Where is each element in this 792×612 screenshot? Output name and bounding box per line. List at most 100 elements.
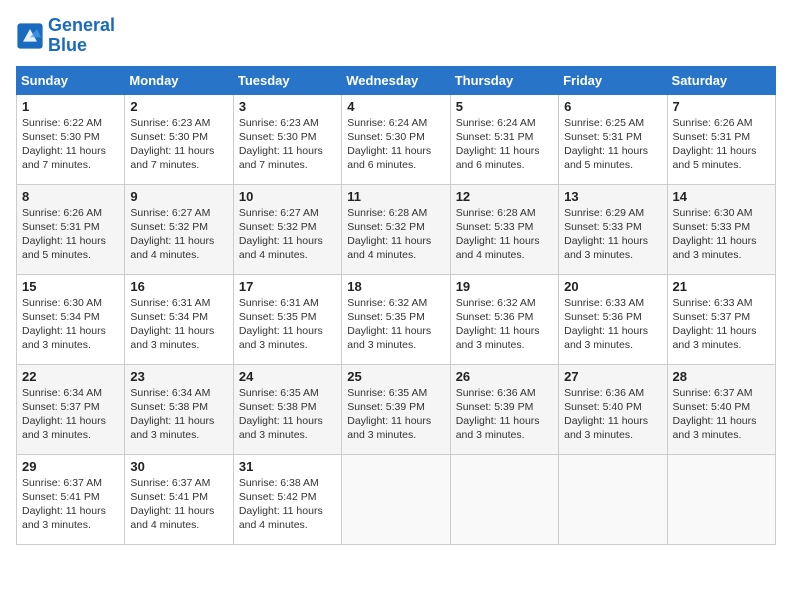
calendar-cell: 19 Sunrise: 6:32 AMSunset: 5:36 PMDaylig…	[450, 274, 558, 364]
calendar-cell: 29 Sunrise: 6:37 AMSunset: 5:41 PMDaylig…	[17, 454, 125, 544]
calendar-cell: 26 Sunrise: 6:36 AMSunset: 5:39 PMDaylig…	[450, 364, 558, 454]
calendar-cell: 4 Sunrise: 6:24 AMSunset: 5:30 PMDayligh…	[342, 94, 450, 184]
day-info: Sunrise: 6:34 AMSunset: 5:38 PMDaylight:…	[130, 386, 227, 443]
day-number: 5	[456, 99, 553, 114]
day-number: 27	[564, 369, 661, 384]
calendar-week-4: 22 Sunrise: 6:34 AMSunset: 5:37 PMDaylig…	[17, 364, 776, 454]
calendar-cell: 12 Sunrise: 6:28 AMSunset: 5:33 PMDaylig…	[450, 184, 558, 274]
day-number: 26	[456, 369, 553, 384]
calendar-cell: 6 Sunrise: 6:25 AMSunset: 5:31 PMDayligh…	[559, 94, 667, 184]
day-info: Sunrise: 6:30 AMSunset: 5:33 PMDaylight:…	[673, 206, 770, 263]
day-number: 6	[564, 99, 661, 114]
calendar-cell: 22 Sunrise: 6:34 AMSunset: 5:37 PMDaylig…	[17, 364, 125, 454]
calendar-week-5: 29 Sunrise: 6:37 AMSunset: 5:41 PMDaylig…	[17, 454, 776, 544]
day-info: Sunrise: 6:28 AMSunset: 5:33 PMDaylight:…	[456, 206, 553, 263]
calendar-cell: 14 Sunrise: 6:30 AMSunset: 5:33 PMDaylig…	[667, 184, 775, 274]
day-number: 1	[22, 99, 119, 114]
day-number: 24	[239, 369, 336, 384]
day-info: Sunrise: 6:37 AMSunset: 5:41 PMDaylight:…	[22, 476, 119, 533]
calendar-cell: 23 Sunrise: 6:34 AMSunset: 5:38 PMDaylig…	[125, 364, 233, 454]
day-info: Sunrise: 6:28 AMSunset: 5:32 PMDaylight:…	[347, 206, 444, 263]
calendar-week-2: 8 Sunrise: 6:26 AMSunset: 5:31 PMDayligh…	[17, 184, 776, 274]
day-number: 13	[564, 189, 661, 204]
day-number: 30	[130, 459, 227, 474]
day-info: Sunrise: 6:37 AMSunset: 5:41 PMDaylight:…	[130, 476, 227, 533]
weekday-header-tuesday: Tuesday	[233, 66, 341, 94]
day-info: Sunrise: 6:31 AMSunset: 5:35 PMDaylight:…	[239, 296, 336, 353]
weekday-header-wednesday: Wednesday	[342, 66, 450, 94]
calendar-week-3: 15 Sunrise: 6:30 AMSunset: 5:34 PMDaylig…	[17, 274, 776, 364]
calendar-table: SundayMondayTuesdayWednesdayThursdayFrid…	[16, 66, 776, 545]
day-info: Sunrise: 6:26 AMSunset: 5:31 PMDaylight:…	[673, 116, 770, 173]
weekday-header-sunday: Sunday	[17, 66, 125, 94]
calendar-cell: 16 Sunrise: 6:31 AMSunset: 5:34 PMDaylig…	[125, 274, 233, 364]
logo-blue: Blue	[48, 35, 87, 55]
day-info: Sunrise: 6:36 AMSunset: 5:40 PMDaylight:…	[564, 386, 661, 443]
day-number: 29	[22, 459, 119, 474]
calendar-cell: 11 Sunrise: 6:28 AMSunset: 5:32 PMDaylig…	[342, 184, 450, 274]
day-info: Sunrise: 6:33 AMSunset: 5:37 PMDaylight:…	[673, 296, 770, 353]
calendar-cell	[667, 454, 775, 544]
calendar-cell: 17 Sunrise: 6:31 AMSunset: 5:35 PMDaylig…	[233, 274, 341, 364]
day-info: Sunrise: 6:36 AMSunset: 5:39 PMDaylight:…	[456, 386, 553, 443]
day-info: Sunrise: 6:26 AMSunset: 5:31 PMDaylight:…	[22, 206, 119, 263]
day-info: Sunrise: 6:33 AMSunset: 5:36 PMDaylight:…	[564, 296, 661, 353]
day-number: 18	[347, 279, 444, 294]
day-info: Sunrise: 6:29 AMSunset: 5:33 PMDaylight:…	[564, 206, 661, 263]
day-number: 15	[22, 279, 119, 294]
logo-text: General Blue	[48, 16, 115, 56]
calendar-week-1: 1 Sunrise: 6:22 AMSunset: 5:30 PMDayligh…	[17, 94, 776, 184]
calendar-cell: 27 Sunrise: 6:36 AMSunset: 5:40 PMDaylig…	[559, 364, 667, 454]
day-number: 22	[22, 369, 119, 384]
calendar-cell: 3 Sunrise: 6:23 AMSunset: 5:30 PMDayligh…	[233, 94, 341, 184]
calendar-cell: 21 Sunrise: 6:33 AMSunset: 5:37 PMDaylig…	[667, 274, 775, 364]
day-number: 9	[130, 189, 227, 204]
day-info: Sunrise: 6:37 AMSunset: 5:40 PMDaylight:…	[673, 386, 770, 443]
calendar-cell: 13 Sunrise: 6:29 AMSunset: 5:33 PMDaylig…	[559, 184, 667, 274]
day-number: 2	[130, 99, 227, 114]
day-number: 16	[130, 279, 227, 294]
calendar-cell: 31 Sunrise: 6:38 AMSunset: 5:42 PMDaylig…	[233, 454, 341, 544]
day-info: Sunrise: 6:35 AMSunset: 5:38 PMDaylight:…	[239, 386, 336, 443]
day-info: Sunrise: 6:32 AMSunset: 5:35 PMDaylight:…	[347, 296, 444, 353]
day-number: 25	[347, 369, 444, 384]
day-info: Sunrise: 6:38 AMSunset: 5:42 PMDaylight:…	[239, 476, 336, 533]
logo: General Blue	[16, 16, 115, 56]
weekday-header-friday: Friday	[559, 66, 667, 94]
calendar-cell: 1 Sunrise: 6:22 AMSunset: 5:30 PMDayligh…	[17, 94, 125, 184]
day-info: Sunrise: 6:22 AMSunset: 5:30 PMDaylight:…	[22, 116, 119, 173]
day-number: 8	[22, 189, 119, 204]
day-info: Sunrise: 6:32 AMSunset: 5:36 PMDaylight:…	[456, 296, 553, 353]
calendar-cell: 8 Sunrise: 6:26 AMSunset: 5:31 PMDayligh…	[17, 184, 125, 274]
calendar-cell	[342, 454, 450, 544]
calendar-cell: 9 Sunrise: 6:27 AMSunset: 5:32 PMDayligh…	[125, 184, 233, 274]
day-number: 31	[239, 459, 336, 474]
day-info: Sunrise: 6:23 AMSunset: 5:30 PMDaylight:…	[130, 116, 227, 173]
calendar-cell: 30 Sunrise: 6:37 AMSunset: 5:41 PMDaylig…	[125, 454, 233, 544]
day-info: Sunrise: 6:23 AMSunset: 5:30 PMDaylight:…	[239, 116, 336, 173]
logo-general: General	[48, 15, 115, 35]
page-header: General Blue	[16, 16, 776, 56]
calendar-cell	[559, 454, 667, 544]
weekday-header-thursday: Thursday	[450, 66, 558, 94]
calendar-cell: 20 Sunrise: 6:33 AMSunset: 5:36 PMDaylig…	[559, 274, 667, 364]
day-number: 20	[564, 279, 661, 294]
day-number: 10	[239, 189, 336, 204]
weekday-header-saturday: Saturday	[667, 66, 775, 94]
calendar-cell: 7 Sunrise: 6:26 AMSunset: 5:31 PMDayligh…	[667, 94, 775, 184]
day-number: 3	[239, 99, 336, 114]
day-info: Sunrise: 6:24 AMSunset: 5:30 PMDaylight:…	[347, 116, 444, 173]
day-info: Sunrise: 6:27 AMSunset: 5:32 PMDaylight:…	[130, 206, 227, 263]
day-number: 21	[673, 279, 770, 294]
calendar-cell: 25 Sunrise: 6:35 AMSunset: 5:39 PMDaylig…	[342, 364, 450, 454]
day-info: Sunrise: 6:30 AMSunset: 5:34 PMDaylight:…	[22, 296, 119, 353]
day-number: 11	[347, 189, 444, 204]
day-number: 14	[673, 189, 770, 204]
day-number: 7	[673, 99, 770, 114]
day-info: Sunrise: 6:35 AMSunset: 5:39 PMDaylight:…	[347, 386, 444, 443]
day-info: Sunrise: 6:34 AMSunset: 5:37 PMDaylight:…	[22, 386, 119, 443]
calendar-cell: 2 Sunrise: 6:23 AMSunset: 5:30 PMDayligh…	[125, 94, 233, 184]
calendar-cell: 28 Sunrise: 6:37 AMSunset: 5:40 PMDaylig…	[667, 364, 775, 454]
calendar-cell: 10 Sunrise: 6:27 AMSunset: 5:32 PMDaylig…	[233, 184, 341, 274]
calendar-cell	[450, 454, 558, 544]
